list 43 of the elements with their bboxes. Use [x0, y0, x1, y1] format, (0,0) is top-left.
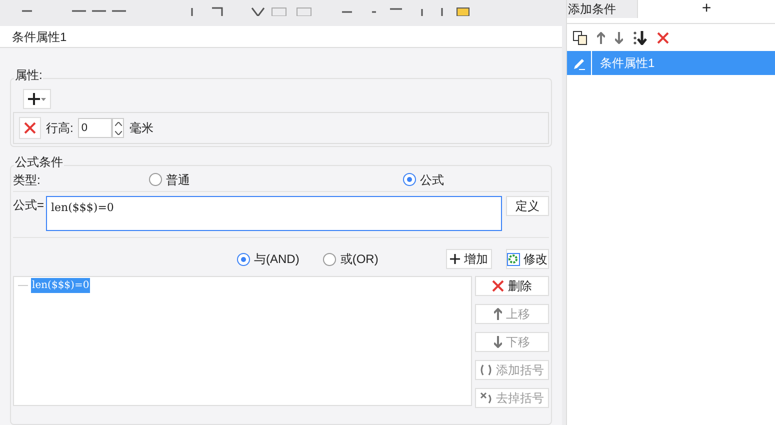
panel-title: 条件属性1 — [0, 26, 562, 48]
condition-name: 条件属性1 — [600, 55, 655, 72]
radio-label: 公式 — [420, 172, 444, 188]
add-button[interactable]: 增加 — [446, 249, 492, 269]
spinner[interactable] — [112, 118, 124, 138]
row-height-field[interactable]: 0 — [78, 118, 112, 138]
pencil-icon — [572, 56, 586, 70]
radio-label: 与(AND) — [254, 251, 300, 268]
close-icon — [24, 122, 36, 134]
radio-button[interactable] — [149, 173, 162, 186]
arrow-down-icon — [615, 32, 623, 44]
add-condition-button[interactable]: + — [637, 0, 775, 18]
formula-label: 公式= — [13, 197, 44, 214]
formula-field[interactable]: len($$$)=0 — [46, 196, 502, 231]
type-label: 类型: — [13, 172, 42, 188]
arrow-up-icon — [494, 308, 502, 320]
radio-label: 或(OR) — [340, 251, 378, 268]
arrow-down-icon — [494, 336, 502, 348]
add-dropdown-button[interactable] — [23, 89, 51, 109]
define-button[interactable]: 定义 — [506, 196, 549, 216]
parentheses-cross-icon — [480, 392, 492, 404]
caret-icon — [41, 98, 46, 100]
modify-button[interactable]: 修改 — [506, 249, 549, 269]
plus-icon — [28, 93, 40, 105]
unit-label: 毫米 — [129, 120, 154, 137]
move-to-bottom-icon[interactable] — [633, 30, 647, 44]
close-icon — [492, 280, 504, 292]
radio-button[interactable] — [403, 173, 416, 186]
copy-icon[interactable] — [573, 30, 587, 44]
radio-button[interactable] — [323, 252, 336, 266]
radio-button[interactable] — [237, 252, 250, 266]
panel-tab[interactable]: 添加条件 — [567, 0, 637, 18]
formula-condition-label: 公式条件 — [14, 153, 64, 171]
side-button[interactable]: 删除 — [475, 276, 549, 296]
gear-icon — [507, 252, 520, 266]
radio-label: 普通 — [166, 172, 190, 188]
plus-icon — [450, 254, 460, 264]
arrow-up-icon — [597, 32, 605, 44]
close-icon — [657, 32, 669, 44]
row-height-label: 行高: — [46, 120, 74, 137]
properties-label: 属性: — [14, 66, 44, 84]
parentheses-icon — [480, 364, 492, 376]
delete-button[interactable] — [19, 117, 41, 139]
